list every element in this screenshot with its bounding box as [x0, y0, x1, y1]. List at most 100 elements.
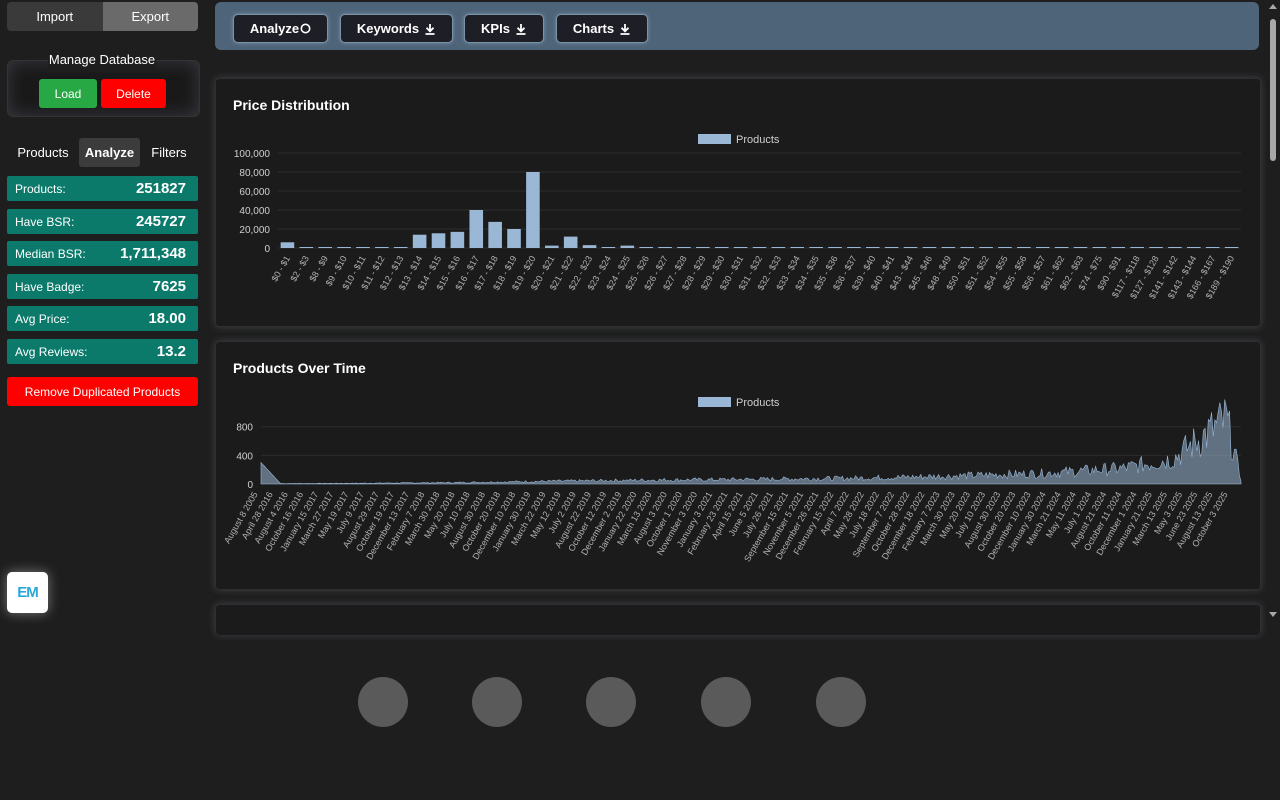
- sidebar-subtabs: Products Analyze Filters: [7, 138, 198, 167]
- page-dot[interactable]: [472, 677, 522, 727]
- price-bar: [790, 247, 805, 248]
- tab-filters[interactable]: Filters: [140, 138, 198, 167]
- keywords-download-button[interactable]: Keywords: [340, 14, 453, 43]
- stat-value: 18.00: [148, 310, 186, 327]
- price-bar: [1017, 247, 1031, 248]
- kpis-download-button[interactable]: KPIs: [464, 14, 544, 43]
- charts-label: Charts: [572, 21, 615, 36]
- price-bar: [299, 247, 314, 248]
- price-bar: [488, 221, 502, 248]
- kpis-label: KPIs: [481, 21, 510, 36]
- download-icon: [516, 23, 526, 35]
- price-bar: [639, 247, 654, 248]
- price-bar: [601, 247, 616, 248]
- page-dot[interactable]: [586, 677, 636, 727]
- y-tick-label: 60,000: [239, 187, 270, 198]
- price-bar: [828, 247, 842, 248]
- stat-label: Have Badge:: [15, 279, 85, 294]
- price-bar: [847, 247, 861, 248]
- price-bar: [1054, 247, 1069, 248]
- products-over-time-chart: Products0400800August 8 2005April 28 201…: [222, 397, 1242, 563]
- sidebar: Import Export Manage Database Load Delet…: [0, 0, 207, 622]
- price-bar: [582, 245, 597, 248]
- price-bar: [771, 247, 786, 248]
- price-bar: [1149, 247, 1163, 248]
- price-bar: [1186, 247, 1201, 248]
- scroll-down-icon[interactable]: [1269, 612, 1277, 617]
- y-tick-label: 800: [236, 423, 253, 434]
- scroll-thumb[interactable]: [1270, 19, 1276, 161]
- price-bar: [752, 247, 767, 248]
- legend-swatch: [698, 397, 731, 407]
- top-toolbar: Analyze Keywords KPIs Charts: [215, 2, 1259, 50]
- price-bar: [393, 247, 408, 248]
- analyze-button[interactable]: Analyze: [233, 14, 328, 43]
- price-bar: [318, 247, 333, 248]
- analyze-label: Analyze: [249, 21, 300, 36]
- stat-median-bsr: Median BSR: 1,711,348: [7, 241, 198, 266]
- tab-analyze[interactable]: Analyze: [79, 138, 140, 167]
- y-tick-label: 100,000: [234, 149, 271, 160]
- pagination-dots: [0, 677, 1280, 727]
- y-tick-label: 80,000: [239, 168, 270, 179]
- price-bar: [696, 247, 710, 248]
- stat-label: Avg Price:: [15, 311, 70, 326]
- stat-products: Products: 251827: [7, 176, 198, 201]
- legend-label: Products: [736, 134, 780, 146]
- price-bar: [469, 210, 484, 248]
- price-bar: [677, 247, 691, 248]
- next-chart-panel: [215, 604, 1261, 635]
- price-bar: [1035, 247, 1050, 248]
- download-icon: [425, 23, 435, 35]
- price-bar: [412, 234, 427, 248]
- price-bar: [922, 247, 937, 248]
- remove-duplicates-button[interactable]: Remove Duplicated Products: [7, 377, 198, 406]
- price-bar: [960, 247, 975, 248]
- y-tick-label: 0: [247, 480, 253, 491]
- price-bar: [941, 247, 956, 248]
- page-dot[interactable]: [816, 677, 866, 727]
- loading-circle-icon: [300, 23, 311, 34]
- y-tick-label: 0: [264, 244, 270, 255]
- load-button[interactable]: Load: [39, 79, 97, 108]
- price-bar: [865, 247, 880, 248]
- stat-value: 13.2: [156, 343, 186, 360]
- legend-label: Products: [736, 397, 780, 409]
- products-over-time-panel: Products Over Time Products 0 400 800 August…: [215, 341, 1261, 590]
- charts-download-button[interactable]: Charts: [556, 14, 648, 43]
- price-bar: [356, 247, 370, 248]
- stat-value: 1,711,348: [120, 245, 186, 262]
- price-bar: [450, 231, 465, 248]
- y-tick-label: 20,000: [239, 225, 270, 236]
- export-tab[interactable]: Export: [102, 2, 198, 31]
- price-bar: [280, 242, 295, 248]
- price-bar: [1092, 247, 1107, 248]
- price-bar: [1073, 247, 1088, 248]
- products-area-series: [260, 399, 1242, 485]
- stat-have-badge: Have Badge: 7625: [7, 274, 198, 299]
- em-logo[interactable]: EM: [7, 572, 48, 613]
- price-bar: [337, 247, 351, 248]
- price-bar: [375, 247, 389, 248]
- stat-label: Products:: [15, 181, 66, 196]
- stat-value: 251827: [135, 180, 186, 197]
- legend-swatch: [698, 134, 731, 144]
- price-bar: [1224, 247, 1239, 248]
- y-tick-label: 400: [236, 451, 253, 462]
- price-bar: [563, 236, 578, 248]
- stat-avg-reviews: Avg Reviews: 13.2: [7, 339, 198, 364]
- stat-label: Have BSR:: [15, 214, 75, 229]
- delete-button[interactable]: Delete: [101, 79, 166, 108]
- stat-value: 245727: [135, 213, 186, 230]
- page-dot[interactable]: [358, 677, 408, 727]
- stat-label: Median BSR:: [15, 246, 86, 261]
- vertical-scrollbar[interactable]: [1266, 0, 1280, 622]
- page-dot[interactable]: [701, 677, 751, 727]
- import-tab[interactable]: Import: [7, 2, 103, 31]
- tab-products[interactable]: Products: [7, 138, 79, 167]
- price-bar: [714, 247, 729, 248]
- stat-avg-price: Avg Price: 18.00: [7, 306, 198, 331]
- scroll-up-icon[interactable]: [1269, 4, 1277, 9]
- stat-label: Avg Reviews:: [15, 344, 88, 359]
- price-bar: [620, 245, 635, 248]
